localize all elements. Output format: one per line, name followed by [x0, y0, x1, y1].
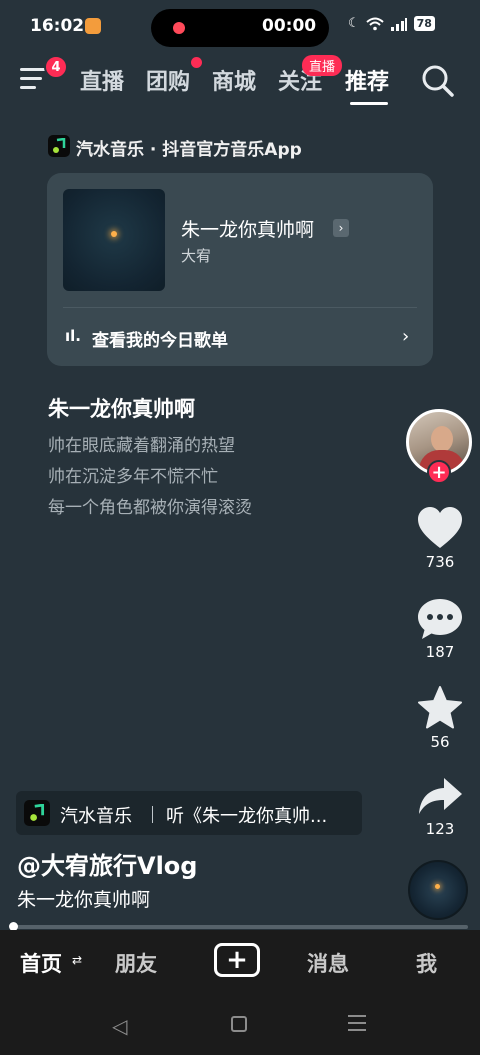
- song-artist: 大宥: [181, 247, 212, 265]
- daily-playlist-link[interactable]: 查看我的今日歌单: [92, 326, 228, 351]
- group-buy-dot: [191, 57, 202, 68]
- arrow-right-icon[interactable]: ›: [402, 326, 409, 347]
- album-moon: [111, 231, 117, 237]
- back-icon[interactable]: ◁: [112, 1014, 127, 1038]
- lyric-line: 每一个角色都被你演得滚烫: [48, 498, 252, 518]
- music-source-name[interactable]: 汽水音乐: [60, 802, 132, 828]
- follow-plus-icon[interactable]: +: [427, 460, 451, 484]
- tab-live[interactable]: 直播: [80, 64, 124, 96]
- music-app-title[interactable]: 汽水音乐 · 抖音官方音乐App: [76, 135, 302, 160]
- favorite-count: 56: [430, 733, 450, 751]
- lyric-line: 帅在眼底藏着翻涌的热望: [48, 436, 235, 456]
- album-art[interactable]: [63, 189, 165, 291]
- live-badge: 直播: [302, 55, 343, 76]
- tab-home[interactable]: 首页: [20, 948, 62, 978]
- divider: [152, 806, 153, 823]
- card-divider: [63, 307, 417, 308]
- share-icon[interactable]: [416, 775, 464, 819]
- status-icons: ☾ 78: [348, 16, 435, 31]
- lyric-line: 帅在沉淀多年不慌不忙: [48, 467, 218, 487]
- create-button[interactable]: +: [214, 943, 260, 977]
- search-icon[interactable]: [421, 64, 454, 97]
- heart-icon[interactable]: [416, 506, 464, 550]
- tab-me[interactable]: 我: [416, 948, 437, 978]
- signal-icon: [390, 17, 407, 31]
- home-icon[interactable]: [231, 1016, 247, 1032]
- disc-moon: [435, 884, 440, 889]
- menu-badge: 4: [44, 55, 68, 79]
- progress-track[interactable]: [12, 925, 468, 929]
- video-description: 朱一龙你真帅啊: [17, 889, 151, 911]
- playlist-icon: ıl.: [65, 327, 81, 345]
- like-count: 736: [425, 553, 455, 571]
- soda-music-icon: [48, 135, 70, 157]
- tab-friends[interactable]: 朋友: [115, 948, 157, 978]
- star-icon[interactable]: [416, 686, 464, 730]
- chevron-right-icon: ›: [333, 219, 349, 237]
- recording-dot-icon: [173, 22, 185, 34]
- wifi-icon: [365, 17, 384, 30]
- swap-arrows-icon: ⇄: [72, 953, 83, 967]
- status-time: 16:02: [30, 16, 85, 36]
- author-name[interactable]: @大宥旅行Vlog: [17, 846, 197, 881]
- soda-music-icon: [24, 800, 50, 826]
- tab-mall[interactable]: 商城: [212, 64, 256, 96]
- music-disc[interactable]: [408, 860, 468, 920]
- active-tab-indicator: [350, 102, 388, 105]
- tab-group-buy[interactable]: 团购: [146, 64, 190, 96]
- menu-icon[interactable]: [20, 68, 48, 92]
- battery-level: 78: [413, 16, 435, 31]
- lyric-current: 朱一龙你真帅啊: [48, 397, 195, 421]
- tab-recommend[interactable]: 推荐: [345, 64, 389, 96]
- share-count: 123: [425, 820, 455, 838]
- music-source-song[interactable]: 听《朱一龙你真帅...: [166, 802, 327, 828]
- recording-timer: 00:00: [262, 16, 317, 36]
- comment-icon[interactable]: [416, 597, 464, 641]
- moon-icon: ☾: [348, 16, 360, 31]
- notification-app-icon: [85, 18, 101, 34]
- recents-icon[interactable]: [348, 1015, 366, 1036]
- tab-messages[interactable]: 消息: [307, 948, 349, 978]
- comment-count: 187: [425, 643, 455, 661]
- song-title[interactable]: 朱一龙你真帅啊: [181, 215, 314, 242]
